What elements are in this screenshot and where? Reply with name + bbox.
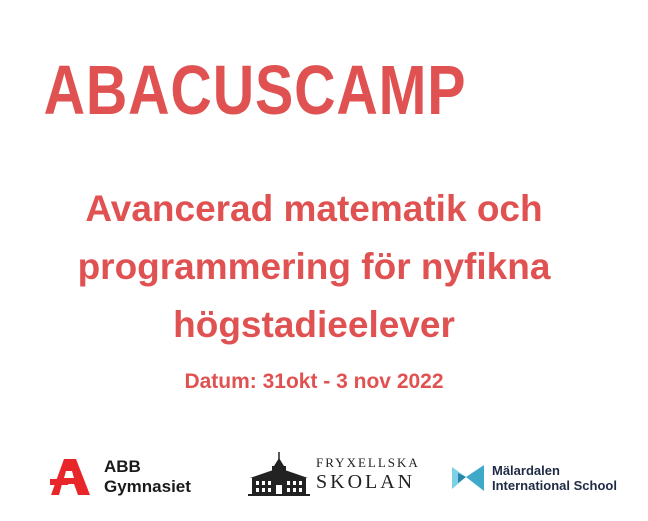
- subtitle-line-1: Avancerad matematik och: [85, 188, 543, 229]
- abb-line-2: Gymnasiet: [104, 477, 191, 496]
- malardalen-line-1: Mälardalen: [492, 463, 560, 478]
- malardalen-line-2: International School: [492, 478, 617, 493]
- malardalen-international-school-logo: Mälardalen International School: [452, 463, 617, 493]
- fryxellska-line-1: FRYXELLSKA: [316, 454, 420, 470]
- abb-logo-icon: [50, 457, 92, 497]
- fryxellska-line-2: SKOLAN: [316, 470, 416, 493]
- abb-line-1: ABB: [104, 457, 141, 476]
- school-building-icon: [248, 450, 310, 498]
- subtitle-line-3: högstadieelever: [173, 304, 455, 345]
- fryxellska-skolan-logo: FRYXELLSKA SKOLAN: [248, 450, 420, 498]
- mis-logo-icon: [452, 463, 484, 493]
- page-title: ABACUSCAMP: [43, 51, 467, 129]
- abb-gymnasiet-logo: ABB Gymnasiet: [50, 457, 191, 497]
- partner-logos: ABB Gymnasiet FRYXELLSKA SKOLAN Mälardal…: [0, 445, 648, 521]
- event-date: Datum: 31okt - 3 nov 2022: [184, 370, 444, 393]
- subtitle-line-2: programmering för nyfikna: [77, 246, 551, 287]
- subtitle: Avancerad matematik och programmering fö…: [0, 180, 628, 354]
